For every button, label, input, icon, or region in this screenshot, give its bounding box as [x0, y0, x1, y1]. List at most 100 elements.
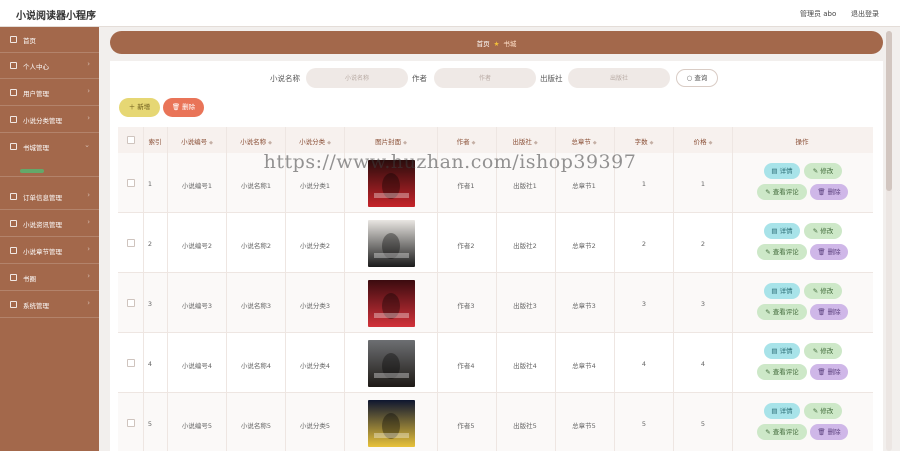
- delete-button[interactable]: 🗑 删除: [810, 244, 848, 260]
- col-index[interactable]: 索引: [149, 136, 162, 146]
- view-comments-button[interactable]: ✎ 查看评论: [757, 244, 807, 260]
- chevron-right-icon: ›: [87, 299, 90, 307]
- cell-author: 作者3: [457, 302, 475, 310]
- sidebar-item-label: 书城管理: [23, 144, 49, 152]
- submenu-indicator[interactable]: [20, 169, 44, 173]
- col-author[interactable]: 作者 ◆: [457, 136, 476, 146]
- publisher-search-input[interactable]: [568, 68, 670, 88]
- delete-button[interactable]: 🗑 删除: [810, 184, 848, 200]
- users-icon: [10, 89, 17, 96]
- cell-code: 小说编号3: [181, 302, 213, 310]
- cell-index: 4: [147, 360, 153, 368]
- sidebar-item-orders[interactable]: 订单信息管理 ›: [0, 184, 99, 210]
- book-cover-image[interactable]: [368, 280, 415, 327]
- cell-words: 3: [641, 300, 647, 308]
- sidebar-item-label: 书圈: [23, 275, 36, 283]
- book-cover-image[interactable]: [368, 160, 415, 207]
- trash-icon: 🗑: [171, 103, 181, 111]
- col-price[interactable]: 价格 ◆: [694, 136, 713, 146]
- detail-button[interactable]: ▤ 详情: [764, 283, 800, 299]
- sidebar-item-profile[interactable]: 个人中心 ›: [0, 53, 99, 79]
- row-checkbox[interactable]: [127, 299, 135, 307]
- book-cover-image[interactable]: [368, 400, 415, 447]
- view-comments-button[interactable]: ✎ 查看评论: [757, 184, 807, 200]
- row-checkbox[interactable]: [127, 179, 135, 187]
- cell-name: 小说名称5: [240, 422, 272, 430]
- chevron-right-icon: ›: [87, 218, 90, 226]
- cell-chapters: 总章节4: [572, 362, 596, 370]
- edit-button[interactable]: ✎ 修改: [804, 343, 842, 359]
- trash-icon: 🗑: [817, 308, 826, 316]
- book-cover-image[interactable]: [368, 340, 415, 387]
- delete-button[interactable]: 🗑 删除: [810, 424, 848, 440]
- delete-button[interactable]: 🗑 删除: [810, 304, 848, 320]
- bulk-delete-button[interactable]: 🗑 删除: [163, 98, 204, 117]
- document-icon: ▤: [771, 347, 778, 355]
- sort-icon: ◆: [649, 140, 654, 146]
- edit-button[interactable]: ✎ 修改: [804, 163, 842, 179]
- sort-icon: ◆: [268, 140, 272, 146]
- pencil-icon: ✎: [812, 167, 819, 175]
- sidebar-item-bookstore[interactable]: 书城管理 ⌄: [0, 134, 99, 177]
- view-comments-button[interactable]: ✎ 查看评论: [757, 364, 807, 380]
- cell-words: 2: [641, 240, 647, 248]
- document-icon: ▤: [771, 227, 778, 235]
- sidebar-item-label: 小说章节管理: [23, 248, 62, 256]
- sort-icon: ◆: [471, 140, 476, 146]
- name-search-input[interactable]: [306, 68, 408, 88]
- cell-code: 小说编号2: [181, 242, 213, 250]
- col-category[interactable]: 小说分类 ◆: [299, 136, 331, 146]
- col-words[interactable]: 字数 ◆: [635, 136, 654, 146]
- edit-button[interactable]: ✎ 修改: [804, 223, 842, 239]
- view-comments-button[interactable]: ✎ 查看评论: [757, 304, 807, 320]
- detail-button[interactable]: ▤ 详情: [764, 403, 800, 419]
- col-cover[interactable]: 图片封面 ◆: [375, 136, 407, 146]
- cell-category: 小说分类2: [299, 242, 331, 250]
- sidebar-item-users[interactable]: 用户管理 ›: [0, 80, 99, 106]
- trash-icon: 🗑: [817, 248, 826, 256]
- sidebar-item-label: 小说分类管理: [23, 117, 62, 125]
- book-cover-image[interactable]: [368, 220, 415, 267]
- add-button[interactable]: ＋ 新增: [119, 98, 160, 117]
- cell-name: 小说名称1: [240, 182, 272, 190]
- detail-button[interactable]: ▤ 详情: [764, 163, 800, 179]
- detail-button[interactable]: ▤ 详情: [764, 343, 800, 359]
- search-button[interactable]: ○ 查询: [676, 69, 718, 87]
- sidebar-item-categories[interactable]: 小说分类管理 ›: [0, 107, 99, 133]
- logout-link[interactable]: 退出登录: [851, 9, 879, 19]
- detail-button[interactable]: ▤ 详情: [764, 223, 800, 239]
- scrollbar-thumb[interactable]: [886, 31, 892, 191]
- edit-button[interactable]: ✎ 修改: [804, 283, 842, 299]
- sort-icon: ◆: [708, 140, 713, 146]
- sidebar-item-label: 系统管理: [23, 302, 49, 310]
- cell-index: 3: [147, 300, 153, 308]
- row-checkbox[interactable]: [127, 419, 135, 427]
- col-chapters[interactable]: 总章节 ◆: [571, 136, 596, 146]
- breadcrumb: 首页 ★ 书城: [110, 31, 883, 54]
- publisher-filter-label: 出版社: [540, 74, 563, 83]
- sidebar-item-circle[interactable]: 书圈 ›: [0, 265, 99, 291]
- cell-words: 5: [641, 420, 647, 428]
- row-checkbox[interactable]: [127, 359, 135, 367]
- row-checkbox[interactable]: [127, 239, 135, 247]
- order-icon: [10, 193, 17, 200]
- chevron-right-icon: ›: [87, 272, 90, 280]
- select-all-checkbox[interactable]: [127, 136, 135, 144]
- sidebar-item-system[interactable]: 系统管理 ›: [0, 292, 99, 318]
- edit-button[interactable]: ✎ 修改: [804, 403, 842, 419]
- sidebar-item-chapters[interactable]: 小说章节管理 ›: [0, 238, 99, 264]
- chapter-icon: [10, 247, 17, 254]
- chevron-right-icon: ›: [87, 60, 90, 68]
- col-publisher[interactable]: 出版社 ◆: [512, 136, 537, 146]
- sidebar: 首页 个人中心 › 用户管理 › 小说分类管理 › 书城管理 ⌄ 订单信息管理 …: [0, 27, 99, 451]
- view-comments-button[interactable]: ✎ 查看评论: [757, 424, 807, 440]
- delete-button[interactable]: 🗑 删除: [810, 364, 848, 380]
- sidebar-item-news[interactable]: 小说资讯管理 ›: [0, 211, 99, 237]
- pencil-icon: ✎: [812, 287, 819, 295]
- trash-icon: 🗑: [817, 428, 826, 436]
- breadcrumb-home[interactable]: 首页: [477, 40, 490, 48]
- author-search-input[interactable]: [434, 68, 536, 88]
- col-name[interactable]: 小说名称 ◆: [240, 136, 272, 146]
- col-code[interactable]: 小说编号 ◆: [181, 136, 213, 146]
- sidebar-item-home[interactable]: 首页: [0, 27, 99, 53]
